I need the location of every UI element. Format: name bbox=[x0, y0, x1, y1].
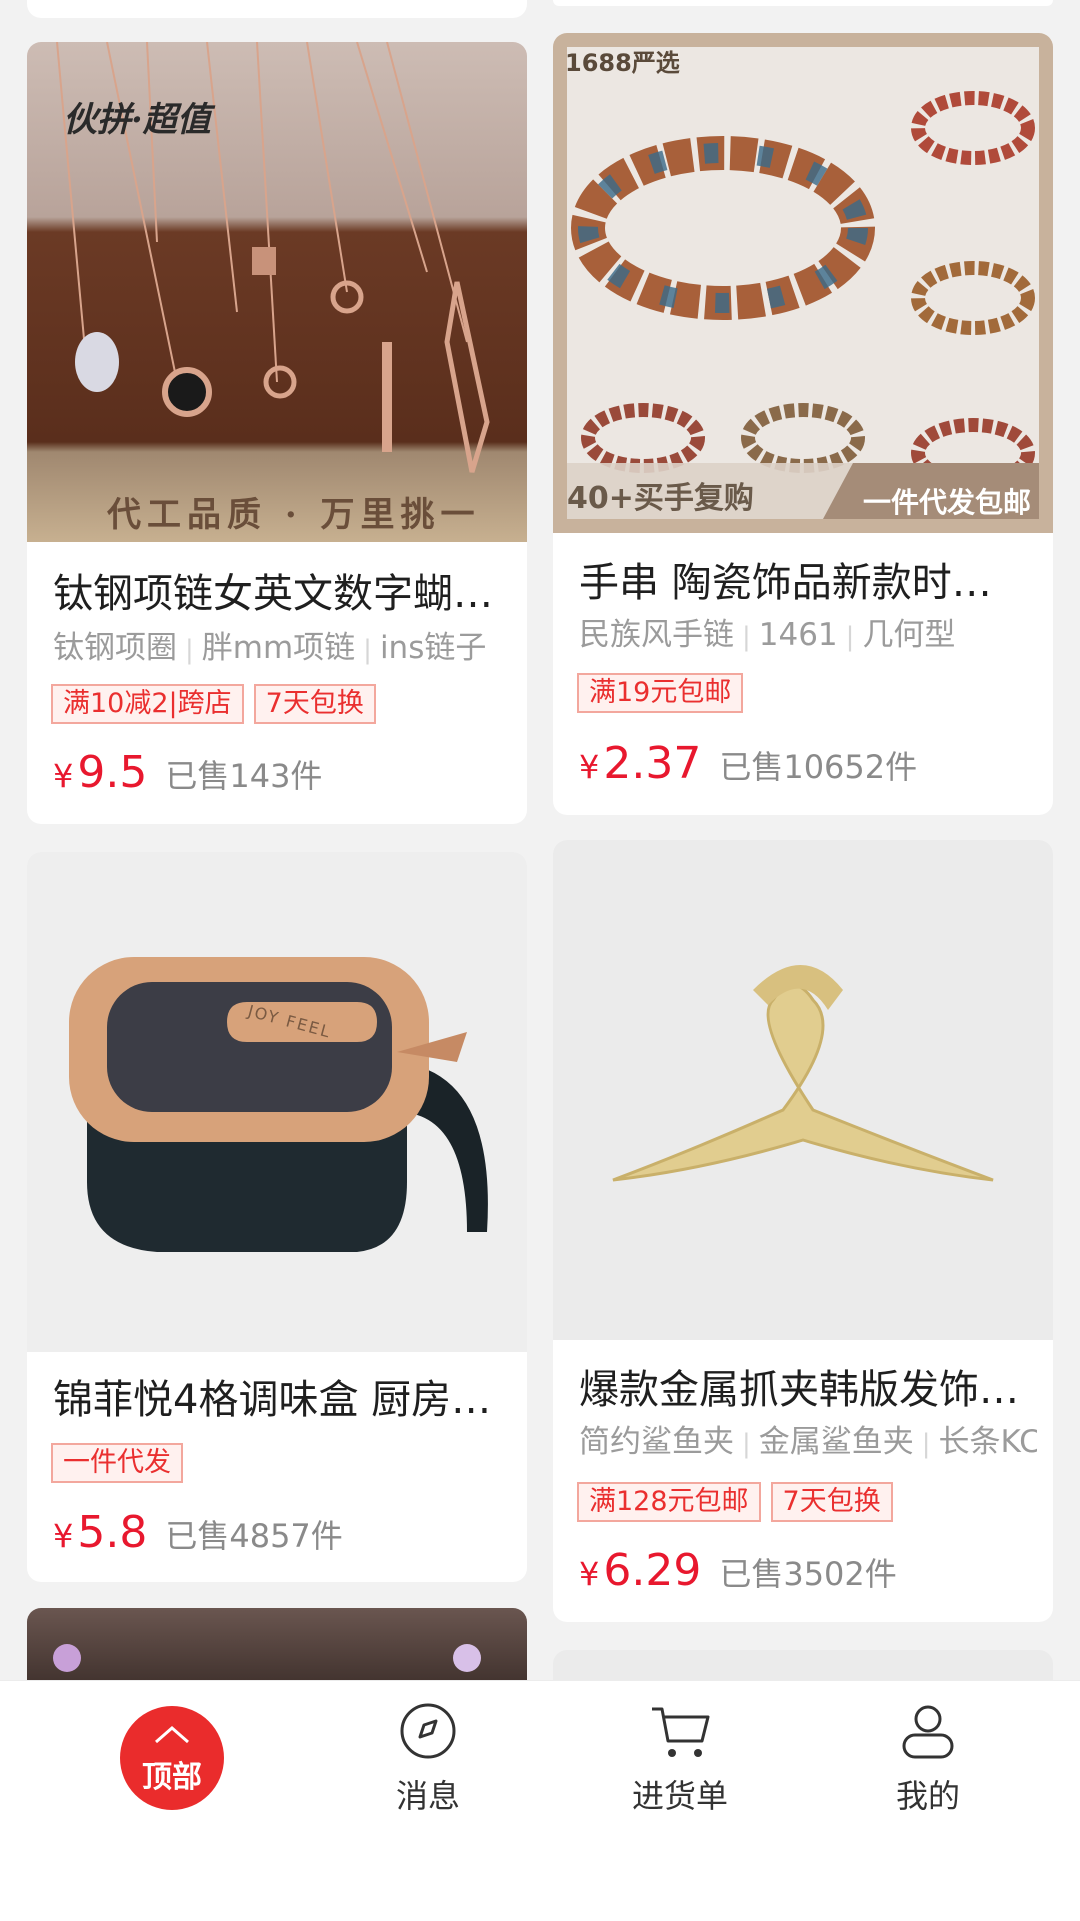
product-title[interactable]: 锦菲悦4格调味盒 厨房… bbox=[53, 1375, 501, 1425]
tab-cart-label: 进货单 bbox=[631, 1777, 728, 1815]
promo-tag: 7天包换 bbox=[253, 684, 376, 724]
product-tags: 简约鲨鱼夹 | 金属鲨鱼夹 | 长条KC bbox=[579, 1422, 1037, 1464]
tag: 钛钢项圈 bbox=[53, 630, 177, 666]
tab-messages[interactable]: 消息 bbox=[348, 1681, 508, 1831]
previous-card-left[interactable] bbox=[27, 0, 527, 18]
price-row: ¥5.8 已售4857件 bbox=[53, 1507, 343, 1558]
product-image bbox=[553, 840, 1053, 1340]
product-card[interactable]: 1688严选 40+买手复购 一件代发包邮 手串 陶瓷饰品新款时… 民族风手链 |… bbox=[553, 33, 1053, 815]
price-row: ¥6.29 已售3502件 bbox=[579, 1545, 897, 1596]
sold-count: 已售10652件 bbox=[719, 748, 918, 786]
image-badge-bottom: 代工品质 · 万里挑一 bbox=[107, 495, 481, 535]
image-caption-right: 一件代发包邮 bbox=[863, 486, 1032, 519]
image-badge-top: 伙拼·超值 bbox=[63, 100, 211, 140]
product-title[interactable]: 爆款金属抓夹韩版发饰… bbox=[579, 1365, 1027, 1415]
tag: 金属鲨鱼夹 bbox=[758, 1424, 914, 1460]
promo-tag: 满128元包邮 bbox=[577, 1482, 761, 1522]
image-badge-top: 1688严选 bbox=[565, 49, 680, 77]
back-to-top-button[interactable]: 顶部 bbox=[120, 1706, 224, 1810]
hair-claw-illustration bbox=[612, 965, 994, 1182]
currency-symbol: ¥ bbox=[579, 748, 600, 786]
previous-card-right[interactable] bbox=[553, 0, 1053, 6]
price-row: ¥2.37 已售10652件 bbox=[579, 738, 917, 789]
sold-count: 已售4857件 bbox=[165, 1517, 343, 1555]
sold-count: 已售3502件 bbox=[719, 1555, 897, 1593]
currency-symbol: ¥ bbox=[53, 757, 74, 795]
price: 2.37 bbox=[603, 738, 702, 789]
product-image: 1688严选 40+买手复购 一件代发包邮 bbox=[553, 33, 1053, 533]
chevron-up-icon bbox=[155, 1726, 189, 1744]
product-card[interactable]: 伙拼·超值 代工品质 · 万里挑一 钛钢项链女英文数字蝴… 钛钢项圈 | 胖mm项链… bbox=[27, 42, 527, 824]
product-image: 伙拼·超值 代工品质 · 万里挑一 bbox=[27, 42, 527, 542]
promo-tags: 一件代发 bbox=[51, 1443, 517, 1485]
tag: 民族风手链 bbox=[579, 617, 734, 653]
sold-count: 已售143件 bbox=[165, 757, 323, 795]
currency-symbol: ¥ bbox=[579, 1555, 600, 1593]
promo-tags: 满10减2|跨店 7天包换 bbox=[51, 684, 517, 726]
promo-tags: 满19元包邮 bbox=[577, 673, 1043, 715]
bottom-tab-bar: 顶部 消息 进货单 我的 bbox=[0, 1680, 1080, 1921]
cart-icon bbox=[652, 1707, 710, 1757]
tab-mine[interactable]: 我的 bbox=[848, 1681, 1008, 1831]
promo-tag: 满10减2|跨店 bbox=[51, 684, 244, 724]
product-title[interactable]: 手串 陶瓷饰品新款时… bbox=[579, 558, 1027, 608]
user-icon bbox=[902, 1705, 954, 1759]
tab-mine-label: 我的 bbox=[895, 1777, 960, 1815]
price: 6.29 bbox=[603, 1545, 702, 1596]
tag: 几何型 bbox=[862, 617, 956, 653]
jewelry-preview-illustration bbox=[53, 1644, 481, 1672]
tag: 1461 bbox=[758, 617, 838, 653]
back-to-top-label: 顶部 bbox=[142, 1760, 202, 1795]
product-tags: 民族风手链 | 1461 | 几何型 bbox=[579, 617, 956, 653]
tag: 长条KC bbox=[938, 1424, 1037, 1460]
tag: 简约鲨鱼夹 bbox=[579, 1424, 734, 1460]
tag: ins链子 bbox=[379, 630, 487, 666]
tab-cart[interactable]: 进货单 bbox=[600, 1681, 760, 1831]
product-card[interactable]: 爆款金属抓夹韩版发饰… 简约鲨鱼夹 | 金属鲨鱼夹 | 长条KC 满128元包邮 7天包换… bbox=[553, 840, 1053, 1622]
price: 5.8 bbox=[77, 1507, 148, 1558]
currency-symbol: ¥ bbox=[53, 1517, 74, 1555]
promo-tag: 7天包换 bbox=[770, 1482, 893, 1522]
product-tags: 钛钢项圈 | 胖mm项链 | ins链子 bbox=[53, 630, 487, 666]
product-title[interactable]: 钛钢项链女英文数字蝴… bbox=[53, 569, 501, 619]
promo-tag: 一件代发 bbox=[51, 1443, 183, 1483]
compass-icon bbox=[400, 1703, 456, 1759]
promo-tags: 满128元包邮 7天包换 bbox=[577, 1482, 1043, 1524]
promo-tag: 满19元包邮 bbox=[577, 673, 744, 713]
tab-messages-label: 消息 bbox=[395, 1777, 460, 1815]
tag: 胖mm项链 bbox=[201, 630, 356, 666]
image-caption-left: 40+买手复购 bbox=[567, 481, 754, 516]
price-row: ¥9.5 已售143件 bbox=[53, 747, 322, 798]
product-card[interactable]: JOY FEEL 锦菲悦4格调味盒 厨房… 一件代发 ¥5.8 已售4857件 bbox=[27, 852, 527, 1582]
price: 9.5 bbox=[77, 747, 148, 798]
spice-box-illustration bbox=[69, 957, 488, 1252]
product-image: JOY FEEL bbox=[27, 852, 527, 1352]
bracelet-illustration bbox=[567, 91, 1039, 519]
